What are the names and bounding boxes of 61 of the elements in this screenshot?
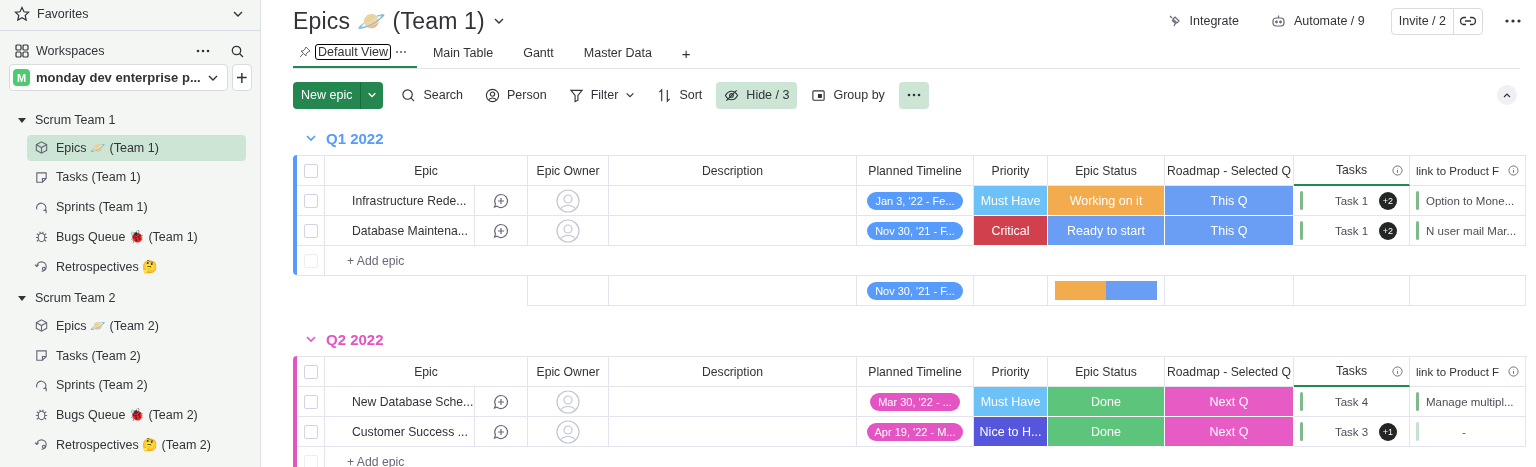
item-name[interactable]: New Database Sche... bbox=[325, 387, 475, 417]
item-name[interactable]: Infrastructure Rede... bbox=[325, 186, 475, 216]
folder-label[interactable]: Scrum Team 2 bbox=[35, 290, 116, 305]
column-header: Description bbox=[609, 357, 857, 387]
linked-item[interactable]: Task 1 bbox=[1334, 224, 1369, 237]
sidebar-item[interactable]: Sprints (Team 1) bbox=[27, 194, 246, 221]
sidebar-item[interactable]: Tasks (Team 2) bbox=[27, 342, 246, 369]
column-header: link to Product F bbox=[1410, 357, 1526, 387]
priority-label[interactable]: Critical bbox=[974, 216, 1048, 246]
automate-button[interactable]: Automate / 9 bbox=[1264, 13, 1371, 29]
folder-label[interactable]: Scrum Team 1 bbox=[35, 112, 116, 127]
column-header: Planned Timeline bbox=[857, 156, 974, 186]
column-header: Tasks bbox=[1294, 156, 1410, 186]
timeline-pill: Nov 30, '21 - F... bbox=[867, 281, 963, 300]
count-badge[interactable]: +2 bbox=[1379, 191, 1397, 210]
item-name[interactable]: Customer Success ... bbox=[325, 417, 475, 447]
linked-item[interactable]: Task 4 bbox=[1334, 395, 1369, 408]
view-tab[interactable]: Main Table bbox=[426, 46, 508, 68]
view-tab[interactable]: Default View bbox=[293, 44, 417, 68]
sidebar-item[interactable]: Retrospectives 🤔 bbox=[27, 253, 246, 280]
filter-button[interactable]: Filter bbox=[560, 81, 644, 109]
group-button[interactable]: Group by bbox=[803, 81, 893, 109]
linked-item[interactable]: Task 3 bbox=[1334, 425, 1369, 438]
sidebar-item[interactable]: Epics 🪐 (Team 2) bbox=[27, 312, 246, 339]
search-button[interactable]: Search bbox=[393, 81, 472, 109]
integrate-button[interactable]: Integrate bbox=[1161, 13, 1245, 29]
sidebar-item[interactable]: Sprints (Team 2) bbox=[27, 372, 246, 399]
column-header: Description bbox=[609, 156, 857, 186]
linked-item[interactable]: Task 1 bbox=[1334, 194, 1369, 207]
sidebar-item[interactable]: Epics 🪐 (Team 1) bbox=[27, 134, 246, 161]
sort-button[interactable]: Sort bbox=[649, 81, 711, 109]
hide-button[interactable]: Hide / 3 bbox=[716, 81, 798, 109]
linked-item[interactable]: - bbox=[1462, 425, 1466, 438]
workspaces-label: Workspaces bbox=[36, 44, 106, 58]
sidebar-item[interactable]: Retrospectives 🤔 (Team 2) bbox=[27, 431, 246, 458]
add-button[interactable]: + bbox=[231, 64, 252, 91]
sidebar-item[interactable]: Bugs Queue 🐞 (Team 2) bbox=[27, 401, 246, 428]
column-header: Epic bbox=[325, 156, 528, 186]
workspace-dropdown[interactable]: M monday dev enterprise p... bbox=[9, 64, 228, 91]
count-badge[interactable]: +1 bbox=[1379, 422, 1397, 441]
linked-item[interactable]: N user mail Mar... bbox=[1426, 224, 1517, 237]
add-view-button[interactable]: + bbox=[675, 45, 691, 68]
view-tab[interactable]: Master Data bbox=[577, 46, 666, 68]
view-tab[interactable]: Gantt bbox=[517, 46, 568, 68]
priority-label[interactable]: Nice to H... bbox=[974, 417, 1048, 447]
sidebar-item[interactable]: Bugs Queue 🐞 (Team 1) bbox=[27, 223, 246, 250]
sidebar-item[interactable]: Tasks (Team 1) bbox=[27, 164, 246, 191]
count-badge[interactable]: +2 bbox=[1379, 221, 1397, 240]
linked-item[interactable]: Manage multipl... bbox=[1426, 395, 1514, 408]
board-title: Epics 🪐 (Team 1) bbox=[293, 7, 485, 35]
item-name[interactable]: Database Maintena... bbox=[325, 216, 475, 246]
column-header: Planned Timeline bbox=[857, 357, 974, 387]
column-header: Tasks bbox=[1294, 357, 1410, 387]
column-header: Epic Owner bbox=[528, 357, 609, 387]
person-button[interactable]: Person bbox=[477, 81, 555, 109]
add-item-field[interactable]: + Add epic bbox=[325, 246, 1526, 275]
column-header: link to Product F bbox=[1410, 156, 1526, 186]
column-header: Epic Owner bbox=[528, 156, 609, 186]
favorites-label[interactable]: Favorites bbox=[37, 7, 225, 21]
linked-item[interactable]: Option to Mone... bbox=[1426, 194, 1515, 207]
column-header: Epic bbox=[325, 357, 528, 387]
